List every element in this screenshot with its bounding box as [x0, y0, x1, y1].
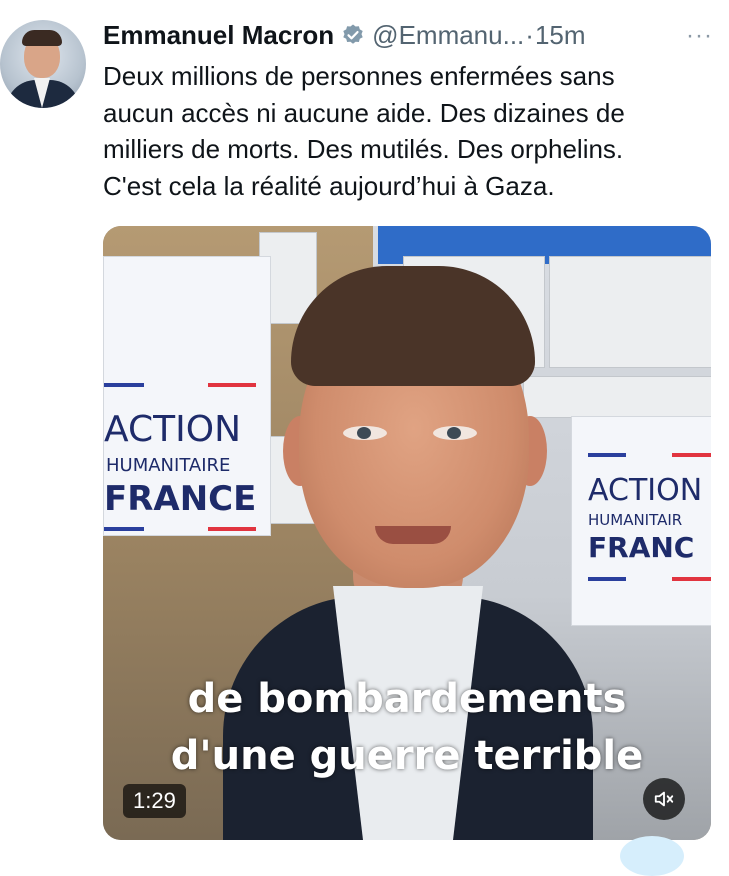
separator-dot: · [525, 19, 534, 50]
tweet-text-line: Deux millions de personnes enfermées san… [103, 61, 615, 91]
sign-right-line1: ACTION [588, 473, 703, 508]
flag-blue-bar [588, 577, 626, 581]
verified-badge-icon [343, 24, 363, 44]
speaker-eye [343, 426, 387, 440]
tweet-text-line: aucun accès ni aucune aide. Des dizaines… [103, 97, 625, 128]
tweet-header: Emmanuel Macron @Emmanu... · 15m ··· [103, 18, 715, 52]
author-avatar[interactable] [0, 20, 86, 108]
sign-right-line2: HUMANITAIR [588, 511, 683, 529]
supply-box [549, 256, 711, 368]
avatar-hair [22, 30, 62, 46]
flag-blue-bar [104, 383, 144, 387]
mute-button[interactable] [643, 778, 685, 820]
speaker-eye [433, 426, 477, 440]
flag-blue-bar [104, 527, 144, 531]
supply-box [523, 376, 711, 418]
speaker-muted-icon [654, 791, 674, 807]
flag-red-bar [208, 383, 256, 387]
flag-red-bar [672, 577, 711, 581]
tweet-text-line: C'est cela la réalité aujourd’hui à Gaza… [103, 170, 555, 201]
action-humanitaire-sign-right: ACTION HUMANITAIR FRANC [571, 416, 711, 626]
sign-left-line3: FRANCE [104, 479, 257, 519]
flag-red-bar [672, 453, 711, 457]
flag-blue-bar [588, 453, 626, 457]
tweet-text: Deux millions de personnes enfermées san… [103, 58, 723, 204]
author-name[interactable]: Emmanuel Macron [103, 20, 334, 51]
sign-right-line3: FRANC [588, 531, 695, 564]
video-duration: 1:29 [123, 784, 186, 818]
sign-left-line2: HUMANITAIRE [106, 455, 231, 476]
action-humanitaire-sign-left: ACTION HUMANITAIRE FRANCE [103, 256, 271, 536]
more-options-icon[interactable]: ··· [686, 22, 713, 50]
video-player[interactable]: ACTION HUMANITAIRE FRANCE ACTION HUMANIT… [103, 226, 711, 840]
tweet-time[interactable]: 15m [535, 20, 586, 51]
video-caption-line: de bombardements [187, 676, 627, 722]
flag-red-bar [208, 527, 256, 531]
speaker-mouth [375, 526, 451, 544]
tweet-text-line: milliers de morts. Des mutilés. Des orph… [103, 134, 624, 164]
video-caption-line: d'une guerre terrible [170, 733, 644, 779]
author-handle[interactable]: @Emmanu... [372, 20, 524, 51]
sign-left-line1: ACTION [104, 409, 242, 450]
compose-button-partial[interactable] [620, 836, 684, 876]
